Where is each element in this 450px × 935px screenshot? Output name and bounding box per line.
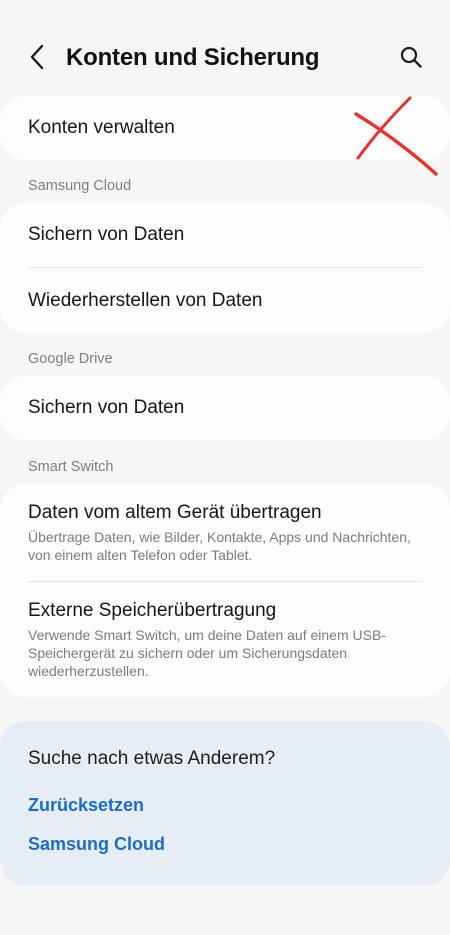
smart-switch-transfer-item[interactable]: Daten vom altem Gerät übertragen Übertra… (0, 484, 450, 581)
smart-switch-transfer-title: Daten vom altem Gerät übertragen (28, 501, 322, 523)
external-storage-transfer-title: Externe Speicherübertragung (28, 599, 277, 621)
samsung-cloud-backup-label: Sichern von Daten (28, 224, 185, 245)
external-storage-transfer-item[interactable]: Externe Speicherübertragung Verwende Sma… (0, 582, 450, 697)
back-button[interactable] (22, 42, 52, 72)
page-title: Konten und Sicherung (66, 44, 320, 71)
google-drive-backup-item[interactable]: Sichern von Daten (0, 376, 450, 440)
reset-link[interactable]: Zurücksetzen (28, 795, 144, 816)
smart-switch-card: Daten vom altem Gerät übertragen Übertra… (0, 484, 450, 697)
external-storage-transfer-description: Verwende Smart Switch, um deine Daten au… (28, 626, 386, 679)
app-bar: Konten und Sicherung (0, 30, 450, 86)
samsung-cloud-restore-item[interactable]: Wiederherstellen von Daten (0, 268, 450, 333)
suggestions-card: Suche nach etwas Anderem? Zurücksetzen S… (0, 721, 450, 886)
manage-accounts-item[interactable]: Konten verwalten (0, 96, 450, 160)
section-label-samsung-cloud: Samsung Cloud (28, 178, 132, 194)
accounts-card: Konten verwalten (0, 96, 450, 160)
section-label-smart-switch: Smart Switch (28, 459, 114, 475)
search-icon (400, 46, 422, 68)
google-drive-card: Sichern von Daten (0, 376, 450, 440)
back-chevron-icon (30, 44, 44, 70)
search-button[interactable] (396, 42, 426, 72)
manage-accounts-label: Konten verwalten (28, 117, 175, 138)
google-drive-backup-label: Sichern von Daten (28, 397, 185, 418)
suggestions-title: Suche nach etwas Anderem? (28, 748, 276, 769)
smart-switch-transfer-description: Übertrage Daten, wie Bilder, Kontakte, A… (28, 528, 411, 563)
samsung-cloud-restore-label: Wiederherstellen von Daten (28, 289, 263, 311)
section-label-google-drive: Google Drive (28, 351, 113, 367)
samsung-cloud-link[interactable]: Samsung Cloud (28, 834, 165, 855)
samsung-cloud-card: Sichern von Daten Wiederherstellen von D… (0, 203, 450, 333)
samsung-cloud-backup-item[interactable]: Sichern von Daten (0, 203, 450, 267)
screen: Konten und Sicherung Konten verwalten Sa… (0, 0, 450, 935)
